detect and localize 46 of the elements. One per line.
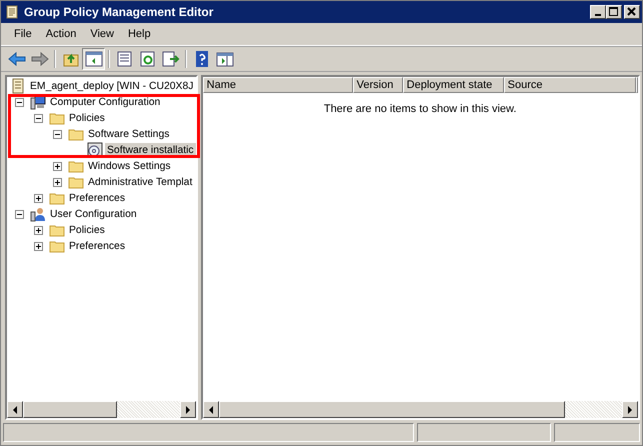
horizontal-scrollbar[interactable]: [7, 401, 196, 418]
column-header[interactable]: Name: [202, 77, 353, 93]
tree-item[interactable]: Software Settings: [86, 126, 172, 142]
tree-item[interactable]: EM_agent_deploy [WIN - CU20X8J: [28, 78, 196, 94]
tree-item[interactable]: Administrative Templat: [86, 174, 194, 190]
expander-icon[interactable]: [15, 210, 24, 218]
tree-item[interactable]: Preferences: [67, 238, 128, 254]
tree-item[interactable]: Computer Configuration: [48, 94, 162, 110]
tree-item[interactable]: User Configuration: [48, 206, 139, 222]
expander-icon[interactable]: [34, 226, 43, 234]
expander-icon[interactable]: [53, 178, 62, 186]
right-arrow-icon: [184, 406, 191, 414]
expander-icon[interactable]: [53, 162, 62, 170]
menu-item[interactable]: Help: [120, 28, 158, 40]
menu-item[interactable]: Action: [38, 28, 84, 40]
column-header[interactable]: Version: [352, 77, 403, 93]
minimize-button[interactable]: [590, 5, 606, 19]
menu-item[interactable]: File: [7, 28, 39, 40]
tree-item[interactable]: Policies: [67, 110, 107, 126]
tree-item[interactable]: Preferences: [67, 190, 128, 206]
close-icon: [627, 7, 637, 17]
tree-item[interactable]: Policies: [67, 222, 107, 238]
column-header[interactable]: Source: [504, 77, 636, 93]
menu-item[interactable]: View: [83, 28, 121, 40]
expander-icon[interactable]: [53, 130, 62, 138]
left-arrow-icon: [208, 406, 214, 414]
expander-icon[interactable]: [34, 242, 43, 250]
column-header[interactable]: Deployment state: [402, 77, 504, 93]
show-tree-button[interactable]: [82, 48, 105, 70]
scroll-icon: [4, 4, 20, 20]
expander-icon[interactable]: [34, 114, 43, 122]
tree-item[interactable]: Windows Settings: [86, 158, 173, 174]
user-icon: [30, 206, 46, 222]
minimize-icon: [595, 14, 601, 16]
right-arrow-icon: [626, 406, 633, 414]
scroll-icon: [10, 78, 26, 94]
window-title: Group Policy Management Editor: [24, 5, 214, 19]
computer-icon: [30, 94, 46, 110]
left-arrow-icon: [12, 406, 18, 414]
maximize-button[interactable]: [606, 5, 622, 19]
expander-icon[interactable]: [34, 194, 43, 202]
close-button[interactable]: [624, 5, 640, 19]
expander-icon[interactable]: [15, 98, 24, 106]
maximize-icon: [609, 7, 619, 17]
empty-message: There are no items to show in this view.: [324, 103, 516, 117]
horizontal-scrollbar[interactable]: [202, 401, 638, 418]
